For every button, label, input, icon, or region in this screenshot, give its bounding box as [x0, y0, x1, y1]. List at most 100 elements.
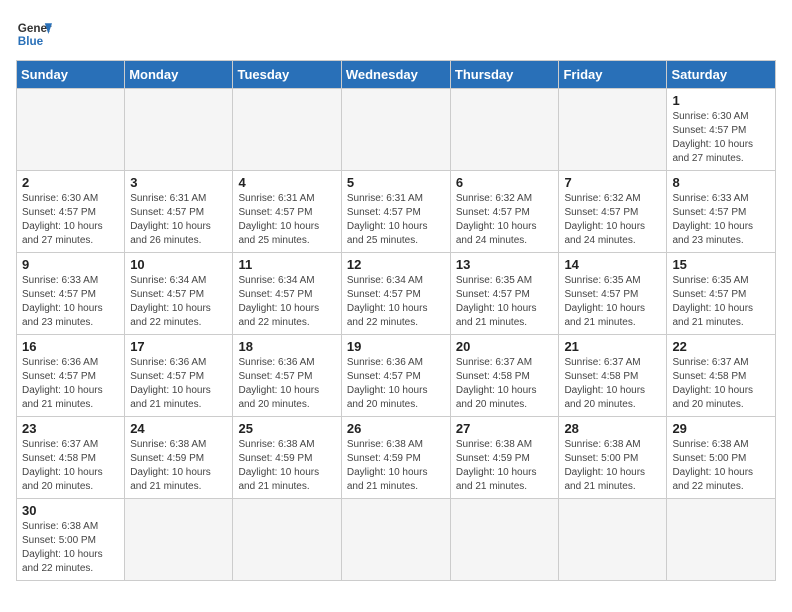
- calendar-cell: 24 Sunrise: 6:38 AM Sunset: 4:59 PM Dayli…: [125, 417, 233, 499]
- column-header-wednesday: Wednesday: [341, 61, 450, 89]
- calendar-week-row: 9Sunrise: 6:33 AM Sunset: 4:57 PM Daylig…: [17, 253, 776, 335]
- day-info: Sunrise: 6:35 AM Sunset: 4:57 PM Dayligh…: [456, 274, 554, 330]
- day-number: 2: [22, 175, 119, 190]
- calendar-cell: 7 Sunrise: 6:32 AM Sunset: 4:57 PM Daylig…: [559, 171, 667, 253]
- calendar-cell: 5 Sunrise: 6:31 AM Sunset: 4:57 PM Daylig…: [341, 171, 450, 253]
- calendar-cell: [559, 89, 667, 171]
- day-info: Sunrise: 6:34 AM Sunset: 4:57 PM Dayligh…: [347, 274, 445, 330]
- calendar-cell: [341, 89, 450, 171]
- calendar-cell: 27Sunrise: 6:38 AM Sunset: 4:59 PM Dayli…: [450, 417, 559, 499]
- calendar-cell: 10 Sunrise: 6:34 AM Sunset: 4:57 PM Dayli…: [125, 253, 233, 335]
- day-info: Sunrise: 6:36 AM Sunset: 4:57 PM Dayligh…: [238, 356, 335, 412]
- svg-text:Blue: Blue: [18, 35, 44, 48]
- day-number: 21: [564, 339, 661, 354]
- day-info: Sunrise: 6:34 AM Sunset: 4:57 PM Dayligh…: [130, 274, 227, 330]
- calendar-week-row: 23 Sunrise: 6:37 AM Sunset: 4:58 PM Dayli…: [17, 417, 776, 499]
- calendar-cell: 6Sunrise: 6:32 AM Sunset: 4:57 PM Daylig…: [450, 171, 559, 253]
- calendar-week-row: 2 Sunrise: 6:30 AM Sunset: 4:57 PM Daylig…: [17, 171, 776, 253]
- calendar-header-row: SundayMondayTuesdayWednesdayThursdayFrid…: [17, 61, 776, 89]
- day-number: 3: [130, 175, 227, 190]
- calendar-cell: 11 Sunrise: 6:34 AM Sunset: 4:57 PM Dayli…: [233, 253, 341, 335]
- calendar-cell: 23 Sunrise: 6:37 AM Sunset: 4:58 PM Dayli…: [17, 417, 125, 499]
- day-info: Sunrise: 6:35 AM Sunset: 4:57 PM Dayligh…: [564, 274, 661, 330]
- page-header: General Blue: [16, 16, 776, 52]
- calendar-cell: 13 Sunrise: 6:35 AM Sunset: 4:57 PM Dayli…: [450, 253, 559, 335]
- day-number: 16: [22, 339, 119, 354]
- calendar-cell: [341, 499, 450, 581]
- day-number: 30: [22, 503, 119, 518]
- day-number: 20: [456, 339, 554, 354]
- day-number: 22: [672, 339, 770, 354]
- calendar-cell: [450, 89, 559, 171]
- day-info: Sunrise: 6:34 AM Sunset: 4:57 PM Dayligh…: [238, 274, 335, 330]
- calendar-cell: 14 Sunrise: 6:35 AM Sunset: 4:57 PM Dayli…: [559, 253, 667, 335]
- day-info: Sunrise: 6:37 AM Sunset: 4:58 PM Dayligh…: [456, 356, 554, 412]
- day-number: 13: [456, 257, 554, 272]
- day-number: 6: [456, 175, 554, 190]
- day-number: 1: [672, 93, 770, 108]
- calendar-cell: 19 Sunrise: 6:36 AM Sunset: 4:57 PM Dayli…: [341, 335, 450, 417]
- day-info: Sunrise: 6:32 AM Sunset: 4:57 PM Dayligh…: [564, 192, 661, 248]
- calendar-cell: 3Sunrise: 6:31 AM Sunset: 4:57 PM Daylig…: [125, 171, 233, 253]
- day-number: 17: [130, 339, 227, 354]
- day-number: 24: [130, 421, 227, 436]
- day-info: Sunrise: 6:36 AM Sunset: 4:57 PM Dayligh…: [347, 356, 445, 412]
- column-header-saturday: Saturday: [667, 61, 776, 89]
- column-header-friday: Friday: [559, 61, 667, 89]
- day-info: Sunrise: 6:36 AM Sunset: 4:57 PM Dayligh…: [22, 356, 119, 412]
- day-info: Sunrise: 6:38 AM Sunset: 5:00 PM Dayligh…: [564, 438, 661, 494]
- column-header-tuesday: Tuesday: [233, 61, 341, 89]
- calendar-cell: [233, 499, 341, 581]
- calendar-cell: 25Sunrise: 6:38 AM Sunset: 4:59 PM Dayli…: [233, 417, 341, 499]
- calendar-cell: [233, 89, 341, 171]
- day-number: 28: [564, 421, 661, 436]
- calendar-cell: 2 Sunrise: 6:30 AM Sunset: 4:57 PM Daylig…: [17, 171, 125, 253]
- day-info: Sunrise: 6:31 AM Sunset: 4:57 PM Dayligh…: [347, 192, 445, 248]
- day-info: Sunrise: 6:31 AM Sunset: 4:57 PM Dayligh…: [238, 192, 335, 248]
- day-info: Sunrise: 6:37 AM Sunset: 4:58 PM Dayligh…: [672, 356, 770, 412]
- column-header-thursday: Thursday: [450, 61, 559, 89]
- calendar-cell: 1Sunrise: 6:30 AM Sunset: 4:57 PM Daylig…: [667, 89, 776, 171]
- day-number: 14: [564, 257, 661, 272]
- day-number: 23: [22, 421, 119, 436]
- day-number: 29: [672, 421, 770, 436]
- day-number: 27: [456, 421, 554, 436]
- calendar-table: SundayMondayTuesdayWednesdayThursdayFrid…: [16, 60, 776, 581]
- day-info: Sunrise: 6:33 AM Sunset: 4:57 PM Dayligh…: [672, 192, 770, 248]
- calendar-cell: [450, 499, 559, 581]
- calendar-cell: [17, 89, 125, 171]
- day-number: 11: [238, 257, 335, 272]
- calendar-cell: 29Sunrise: 6:38 AM Sunset: 5:00 PM Dayli…: [667, 417, 776, 499]
- calendar-cell: 16 Sunrise: 6:36 AM Sunset: 4:57 PM Dayli…: [17, 335, 125, 417]
- logo: General Blue: [16, 16, 52, 52]
- day-info: Sunrise: 6:38 AM Sunset: 4:59 PM Dayligh…: [238, 438, 335, 494]
- column-header-sunday: Sunday: [17, 61, 125, 89]
- day-number: 5: [347, 175, 445, 190]
- day-number: 18: [238, 339, 335, 354]
- calendar-cell: 15 Sunrise: 6:35 AM Sunset: 4:57 PM Dayli…: [667, 253, 776, 335]
- day-number: 12: [347, 257, 445, 272]
- calendar-cell: 22 Sunrise: 6:37 AM Sunset: 4:58 PM Dayli…: [667, 335, 776, 417]
- calendar-cell: 17 Sunrise: 6:36 AM Sunset: 4:57 PM Dayli…: [125, 335, 233, 417]
- calendar-cell: [559, 499, 667, 581]
- day-info: Sunrise: 6:37 AM Sunset: 4:58 PM Dayligh…: [22, 438, 119, 494]
- day-number: 7: [564, 175, 661, 190]
- calendar-cell: 18 Sunrise: 6:36 AM Sunset: 4:57 PM Dayli…: [233, 335, 341, 417]
- day-info: Sunrise: 6:30 AM Sunset: 4:57 PM Dayligh…: [22, 192, 119, 248]
- calendar-week-row: 1Sunrise: 6:30 AM Sunset: 4:57 PM Daylig…: [17, 89, 776, 171]
- calendar-cell: 26Sunrise: 6:38 AM Sunset: 4:59 PM Dayli…: [341, 417, 450, 499]
- day-info: Sunrise: 6:37 AM Sunset: 4:58 PM Dayligh…: [564, 356, 661, 412]
- day-info: Sunrise: 6:36 AM Sunset: 4:57 PM Dayligh…: [130, 356, 227, 412]
- day-info: Sunrise: 6:38 AM Sunset: 4:59 PM Dayligh…: [130, 438, 227, 494]
- calendar-cell: 28 Sunrise: 6:38 AM Sunset: 5:00 PM Dayli…: [559, 417, 667, 499]
- calendar-cell: 20 Sunrise: 6:37 AM Sunset: 4:58 PM Dayli…: [450, 335, 559, 417]
- day-info: Sunrise: 6:35 AM Sunset: 4:57 PM Dayligh…: [672, 274, 770, 330]
- calendar-cell: [125, 499, 233, 581]
- day-number: 8: [672, 175, 770, 190]
- day-number: 19: [347, 339, 445, 354]
- calendar-week-row: 16 Sunrise: 6:36 AM Sunset: 4:57 PM Dayli…: [17, 335, 776, 417]
- day-number: 10: [130, 257, 227, 272]
- day-number: 15: [672, 257, 770, 272]
- calendar-cell: 9Sunrise: 6:33 AM Sunset: 4:57 PM Daylig…: [17, 253, 125, 335]
- calendar-cell: 12 Sunrise: 6:34 AM Sunset: 4:57 PM Dayli…: [341, 253, 450, 335]
